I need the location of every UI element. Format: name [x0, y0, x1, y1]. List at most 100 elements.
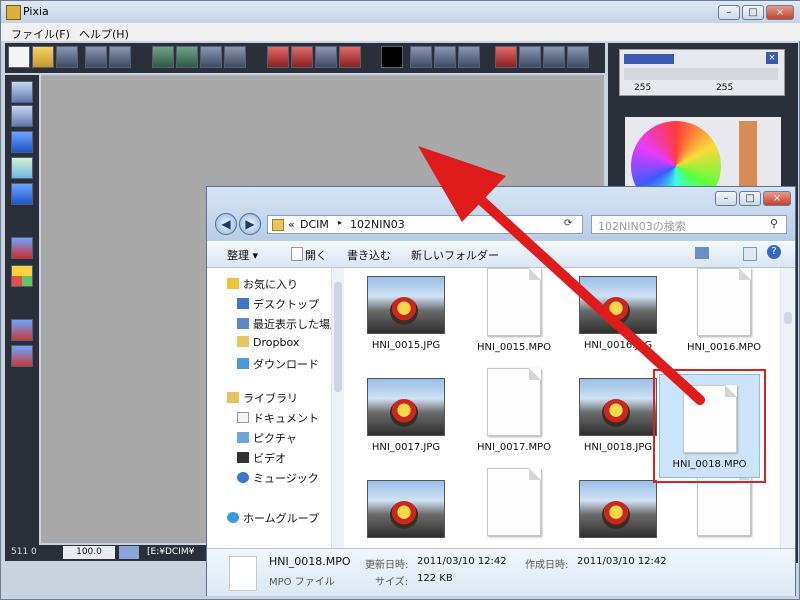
effect-icon[interactable] — [434, 46, 456, 68]
annotation-highlight-box — [653, 369, 766, 483]
view-options-icon[interactable] — [695, 247, 709, 259]
globe-icon[interactable] — [543, 46, 565, 68]
nav-desktop[interactable]: デスクトップ — [237, 296, 319, 312]
search-icon[interactable]: ⚲ — [770, 217, 778, 230]
preview-pane-icon[interactable] — [743, 247, 757, 261]
burn-button[interactable]: 書き込む — [347, 247, 391, 263]
pen-icon[interactable] — [291, 46, 313, 68]
nav-dropbox[interactable]: Dropbox — [237, 336, 299, 349]
pixia-maximize-button[interactable]: □ — [742, 5, 764, 20]
brush-tool-icon[interactable] — [11, 345, 33, 367]
explorer-close-button[interactable]: × — [763, 191, 791, 206]
file-item[interactable]: HNI_0015.JPG — [356, 276, 456, 351]
address-bar[interactable]: « DCIM ▸ 102NIN03 ⟳ — [267, 215, 583, 234]
print-icon[interactable] — [109, 46, 131, 68]
details-file-icon — [229, 556, 257, 591]
menu-help[interactable]: ヘルプ(H) — [79, 26, 129, 42]
layer-blue-icon[interactable] — [11, 131, 33, 153]
pen-tool-icon[interactable] — [11, 105, 33, 127]
pencil-tool-icon[interactable] — [11, 81, 33, 103]
explorer-maximize-button[interactable]: □ — [739, 191, 761, 206]
color-panel-close-icon[interactable]: × — [766, 52, 778, 64]
file-item[interactable]: HNI_0015.MPO — [464, 268, 564, 353]
file-item[interactable]: HNI_0017.MPO — [464, 368, 564, 453]
menu-file[interactable]: ファイル(F) — [11, 26, 70, 42]
brush-icon[interactable] — [267, 46, 289, 68]
pixia-window-title: Pixia — [23, 5, 49, 18]
pixia-app-icon — [6, 5, 21, 20]
nav-pictures[interactable]: ピクチャ — [237, 430, 297, 446]
open-button[interactable]: 開く — [305, 247, 327, 263]
file-list-scrollbar[interactable] — [780, 268, 795, 548]
nav-pictures-label: ピクチャ — [253, 432, 297, 445]
nav-favorites[interactable]: お気に入り — [227, 276, 298, 292]
explorer-title-bar[interactable]: – □ × ◀ ▶ « DCIM ▸ 102NIN03 ⟳ 102NIN03の検… — [207, 187, 795, 241]
help-icon[interactable]: ? — [767, 245, 781, 259]
file-list-scroll-thumb[interactable] — [784, 312, 792, 324]
nav-music[interactable]: ミュージック — [237, 470, 319, 486]
pixia-minimize-button[interactable]: – — [718, 5, 740, 20]
nav-downloads[interactable]: ダウンロード — [237, 356, 319, 372]
layer-icon[interactable] — [410, 46, 432, 68]
text-tool-icon[interactable] — [339, 46, 361, 68]
search-input[interactable]: 102NIN03の検索 — [598, 218, 686, 234]
file-item[interactable]: HNI_0016.JPG — [568, 276, 668, 351]
paste-icon[interactable] — [224, 46, 246, 68]
color-value-2[interactable]: 255 — [716, 83, 733, 93]
stamp-tool-icon[interactable] — [11, 319, 33, 341]
save-icon[interactable] — [85, 46, 107, 68]
clock-icon[interactable] — [495, 46, 517, 68]
search-field[interactable]: 102NIN03の検索 ⚲ — [591, 215, 787, 234]
sphere-icon[interactable] — [315, 46, 337, 68]
color-mode-tabs[interactable] — [624, 54, 674, 64]
fill-icon[interactable] — [11, 183, 33, 205]
pixia-title-bar[interactable]: Pixia – □ × — [1, 1, 800, 23]
nav-documents[interactable]: ドキュメント — [237, 410, 319, 426]
nav-libraries[interactable]: ライブラリ — [227, 390, 298, 406]
nav-recent-places[interactable]: 最近表示した場所 — [237, 316, 341, 332]
breadcrumb-dcim[interactable]: DCIM — [300, 218, 329, 231]
transform-icon[interactable] — [11, 237, 33, 259]
refresh-icon[interactable]: ⟳ — [564, 218, 572, 229]
zoom-field[interactable]: 100.0 — [63, 546, 115, 559]
undo-icon[interactable] — [152, 46, 174, 68]
photo-thumbnail-icon — [579, 276, 657, 334]
file-item[interactable]: HNI_0017.JPG — [356, 378, 456, 453]
explorer-minimize-button[interactable]: – — [715, 191, 737, 206]
navigation-scrollbar[interactable] — [331, 268, 344, 548]
redo-icon[interactable] — [176, 46, 198, 68]
brush-shape-row[interactable] — [624, 68, 778, 80]
color-value-1[interactable]: 255 — [634, 83, 651, 93]
stamp-icon[interactable] — [458, 46, 480, 68]
library-icon — [227, 392, 239, 403]
zoom-apply-icon[interactable] — [119, 546, 139, 559]
new-file-icon[interactable] — [8, 46, 30, 68]
zoom-icon[interactable] — [567, 46, 589, 68]
breadcrumb-folder[interactable]: 102NIN03 — [350, 218, 405, 231]
back-arrow-icon[interactable]: ◀ — [215, 213, 237, 235]
check-icon[interactable] — [519, 46, 541, 68]
details-pane: HNI_0018.MPO MPO ファイル 更新日時: 2011/03/10 1… — [207, 548, 795, 596]
details-size-label: サイズ: — [375, 577, 409, 588]
pixia-close-button[interactable]: × — [766, 5, 794, 20]
selected-color-swatch[interactable] — [739, 121, 757, 193]
nav-videos[interactable]: ビデオ — [237, 450, 286, 466]
color-swatch-icon[interactable] — [381, 46, 403, 68]
details-filetype: MPO ファイル — [269, 577, 335, 588]
file-item[interactable] — [568, 480, 668, 538]
photo-thumbnail-icon — [367, 378, 445, 436]
nav-homegroup[interactable]: ホームグループ — [227, 510, 319, 526]
file-item[interactable]: HNI_0016.MPO — [674, 268, 774, 353]
new-folder-button[interactable]: 新しいフォルダー — [411, 247, 499, 263]
organize-button[interactable]: 整理 ▾ — [227, 247, 258, 263]
navigation-scroll-thumb[interactable] — [334, 282, 342, 392]
camera-icon[interactable] — [56, 46, 78, 68]
breadcrumb-separator-icon[interactable]: ▸ — [338, 218, 342, 227]
file-item[interactable] — [464, 468, 564, 536]
open-folder-icon[interactable] — [32, 46, 54, 68]
palette-icon[interactable] — [11, 265, 33, 287]
forward-arrow-icon[interactable]: ▶ — [239, 213, 261, 235]
gradient-icon[interactable] — [11, 157, 33, 179]
file-item[interactable] — [356, 480, 456, 538]
copy-icon[interactable] — [200, 46, 222, 68]
